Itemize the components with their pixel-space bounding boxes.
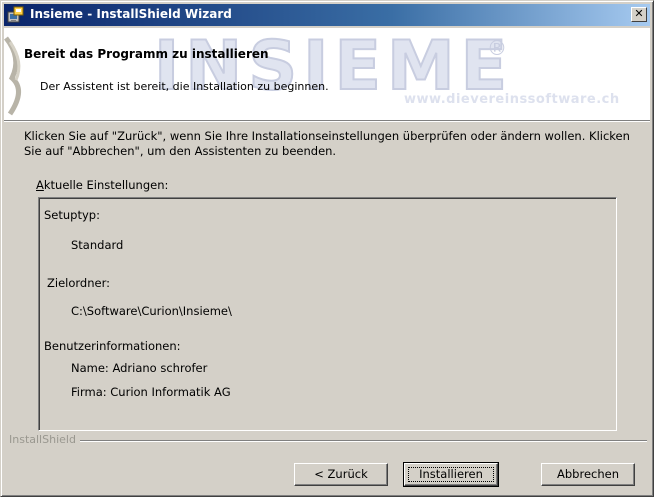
close-button[interactable]: ✕ bbox=[631, 7, 647, 22]
install-button-label: Installieren bbox=[419, 467, 483, 481]
installshield-branding: InstallShield bbox=[9, 433, 647, 446]
target-folder-label: Zielordner: bbox=[47, 276, 110, 290]
title-bar[interactable]: Insieme - InstallShield Wizard ✕ bbox=[4, 4, 650, 26]
banner-divider bbox=[4, 120, 650, 122]
install-button[interactable]: Installieren bbox=[403, 462, 499, 487]
back-button-label: < Zurück bbox=[314, 467, 368, 481]
settings-heading-text: ktuelle Einstellungen: bbox=[43, 178, 169, 192]
target-folder-value: C:\Software\Curion\Insieme\ bbox=[71, 304, 232, 318]
footer-divider bbox=[9, 440, 647, 442]
feather-graphic-icon bbox=[4, 36, 21, 116]
banner-url: www.dievereinssoftware.ch bbox=[404, 92, 620, 107]
settings-summary-box: Setuptyp: Standard Zielordner: C:\Softwa… bbox=[38, 197, 617, 431]
page-subtitle: Der Assistent ist bereit, die Installati… bbox=[40, 80, 329, 93]
cancel-button[interactable]: Abbrechen bbox=[541, 463, 635, 486]
installshield-wizard-window: Insieme - InstallShield Wizard ✕ INSIEME… bbox=[0, 0, 654, 497]
close-icon: ✕ bbox=[634, 7, 644, 20]
page-title: Bereit das Programm zu installieren bbox=[24, 47, 269, 61]
window-title: Insieme - InstallShield Wizard bbox=[30, 7, 232, 21]
setup-app-icon bbox=[7, 6, 24, 23]
cancel-button-label: Abbrechen bbox=[557, 467, 619, 481]
settings-heading: Aktuelle Einstellungen: bbox=[36, 178, 168, 192]
settings-heading-accelerator: A bbox=[36, 178, 44, 192]
user-info-label: Benutzerinformationen: bbox=[44, 339, 181, 353]
instructions-text: Klicken Sie auf "Zurück", wenn Sie Ihre … bbox=[24, 129, 630, 158]
setup-type-value: Standard bbox=[71, 238, 124, 252]
registered-mark: ® bbox=[487, 36, 507, 60]
user-company: Firma: Curion Informatik AG bbox=[71, 385, 231, 399]
setup-type-label: Setuptyp: bbox=[44, 208, 100, 222]
installshield-label: InstallShield bbox=[9, 433, 80, 446]
wizard-banner: INSIEME ® www.dievereinssoftware.ch Bere… bbox=[4, 28, 650, 120]
user-name: Name: Adriano schrofer bbox=[71, 361, 208, 375]
back-button[interactable]: < Zurück bbox=[294, 463, 388, 486]
